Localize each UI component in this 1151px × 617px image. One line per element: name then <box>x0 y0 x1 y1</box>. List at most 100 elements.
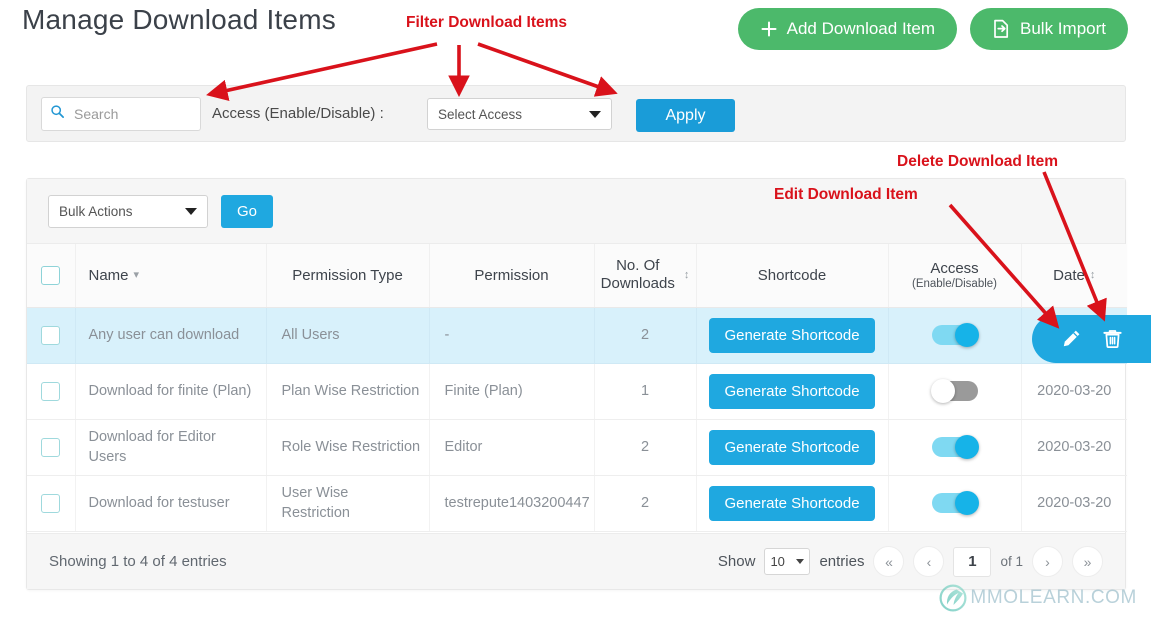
row-checkbox[interactable] <box>41 437 61 457</box>
cell-permission-type: Plan Wise Restriction <box>266 363 430 420</box>
generate-shortcode-button[interactable]: Generate Shortcode <box>709 317 875 353</box>
column-header-access-label: Access <box>930 260 979 278</box>
page-title: Manage Download Items <box>22 4 336 35</box>
chevron-down-icon <box>589 110 601 118</box>
delete-download-item-button[interactable] <box>1101 327 1124 351</box>
go-button[interactable]: Go <box>221 194 273 228</box>
showing-entries-text: Showing 1 to 4 of 4 entries <box>49 553 227 570</box>
select-all-header <box>27 244 76 308</box>
cell-shortcode: Generate Shortcode <box>696 475 889 532</box>
column-header-downloads-line2: Downloads <box>600 275 675 293</box>
row-checkbox[interactable] <box>41 493 61 513</box>
bulk-actions-dropdown[interactable]: Bulk Actions <box>48 194 208 228</box>
entries-label: entries <box>819 553 865 570</box>
page-length-select[interactable]: 10 <box>764 548 811 575</box>
cell-date: 2020-03-20 <box>1021 475 1127 532</box>
cell-access <box>888 363 1022 420</box>
generate-shortcode-button[interactable]: Generate Shortcode <box>709 485 875 521</box>
cell-permission: Finite (Plan) <box>429 363 595 420</box>
apply-button[interactable]: Apply <box>636 99 735 132</box>
watermark-text: MMOLEARN.COM <box>970 587 1137 608</box>
cell-downloads: 2 <box>594 419 697 476</box>
cell-shortcode: Generate Shortcode <box>696 307 889 364</box>
cell-name: Any user can download <box>75 307 267 364</box>
download-items-table: Name ▾ Permission Type Permission No. Of … <box>27 244 1127 532</box>
table-row[interactable]: Download for testuser User Wise Restrict… <box>27 475 1127 532</box>
chevron-down-icon <box>185 207 197 215</box>
column-header-shortcode: Shortcode <box>696 244 889 308</box>
access-toggle[interactable] <box>931 435 979 459</box>
column-header-name-label: Name <box>88 266 129 284</box>
sort-icon[interactable]: ▾ <box>134 270 140 281</box>
access-toggle[interactable] <box>931 323 979 347</box>
cell-name: Download for Editor Users <box>75 419 267 476</box>
cell-permission: - <box>429 307 595 364</box>
watermark: MMOLEARN.COM <box>938 584 1137 612</box>
first-page-button[interactable]: « <box>873 546 905 577</box>
cell-date: 2020-03-20 <box>1021 363 1127 420</box>
toggle-knob <box>954 491 979 515</box>
column-header-no-of-downloads[interactable]: No. Of Downloads ↕ <box>594 244 697 308</box>
column-header-permission-label: Permission <box>474 266 549 284</box>
current-page-input[interactable]: 1 <box>953 546 992 577</box>
annotation-edit-label: Edit Download Item <box>774 186 918 203</box>
cell-permission: Editor <box>429 419 595 476</box>
edit-download-item-button[interactable] <box>1059 327 1083 351</box>
filter-bar: Access (Enable/Disable) : Select Access … <box>26 85 1126 142</box>
cell-access <box>888 419 1022 476</box>
select-access-value: Select Access <box>438 106 523 122</box>
cell-permission-type: Role Wise Restriction <box>266 419 430 476</box>
add-download-item-label: Add Download Item <box>786 19 936 38</box>
table-header: Name ▾ Permission Type Permission No. Of … <box>27 244 1127 308</box>
row-select-cell <box>27 363 76 420</box>
table-row[interactable]: Download for finite (Plan) Plan Wise Res… <box>27 363 1127 420</box>
access-toggle[interactable] <box>930 379 978 403</box>
column-header-permission: Permission <box>429 244 595 308</box>
top-action-buttons: Add Download Item Bulk Import <box>737 8 1128 50</box>
bulk-actions-value: Bulk Actions <box>59 203 133 219</box>
column-header-date[interactable]: Date ↕ <box>1021 244 1127 308</box>
cell-downloads: 2 <box>594 307 697 364</box>
table-body: Any user can download All Users - 2 Gene… <box>27 307 1127 532</box>
add-download-item-button[interactable]: Add Download Item <box>737 8 958 50</box>
previous-page-button[interactable]: ‹ <box>913 546 945 577</box>
generate-shortcode-button[interactable]: Generate Shortcode <box>709 373 875 409</box>
annotation-filter-label: Filter Download Items <box>406 14 568 31</box>
row-checkbox[interactable] <box>41 381 61 401</box>
search-field-wrapper[interactable] <box>41 97 201 131</box>
cell-name: Download for finite (Plan) <box>75 363 267 420</box>
sort-icon[interactable]: ↕ <box>1090 270 1096 281</box>
cell-permission-type: User Wise Restriction <box>266 475 430 532</box>
cell-shortcode: Generate Shortcode <box>696 363 889 420</box>
search-input[interactable] <box>72 105 192 123</box>
pencil-icon <box>1063 330 1080 347</box>
bulk-import-button[interactable]: Bulk Import <box>970 8 1128 50</box>
select-access-dropdown[interactable]: Select Access <box>427 98 612 130</box>
show-label: Show <box>717 553 756 570</box>
table-row[interactable]: Download for Editor Users Role Wise Rest… <box>27 419 1127 476</box>
toggle-knob <box>930 379 955 403</box>
chevron-down-icon <box>796 559 805 564</box>
next-page-button[interactable]: › <box>1032 546 1063 577</box>
table-header-row: Name ▾ Permission Type Permission No. Of … <box>27 244 1127 308</box>
column-header-permission-type-label: Permission Type <box>292 266 403 284</box>
access-toggle[interactable] <box>931 491 979 515</box>
column-header-name[interactable]: Name ▾ <box>75 244 267 308</box>
search-icon <box>50 104 65 124</box>
cell-downloads: 1 <box>594 363 697 420</box>
select-all-checkbox[interactable] <box>41 265 61 285</box>
column-header-date-label: Date <box>1053 266 1085 284</box>
sort-icon[interactable]: ↕ <box>684 269 690 281</box>
cell-access <box>888 307 1022 364</box>
cell-date: 2020-03-20 <box>1021 419 1127 476</box>
column-header-access-sub: (Enable/Disable) <box>911 278 997 291</box>
table-footer: Showing 1 to 4 of 4 entries Show 10 entr… <box>27 533 1125 589</box>
column-header-shortcode-label: Shortcode <box>757 266 827 284</box>
cell-downloads: 2 <box>594 475 697 532</box>
annotation-delete-label: Delete Download Item <box>897 153 1059 170</box>
generate-shortcode-button[interactable]: Generate Shortcode <box>709 429 875 465</box>
pagination-controls: Show 10 entries « ‹ 1 of 1 › » <box>718 546 1103 577</box>
table-row[interactable]: Any user can download All Users - 2 Gene… <box>27 307 1127 364</box>
row-checkbox[interactable] <box>41 325 61 345</box>
last-page-button[interactable]: » <box>1072 546 1103 577</box>
